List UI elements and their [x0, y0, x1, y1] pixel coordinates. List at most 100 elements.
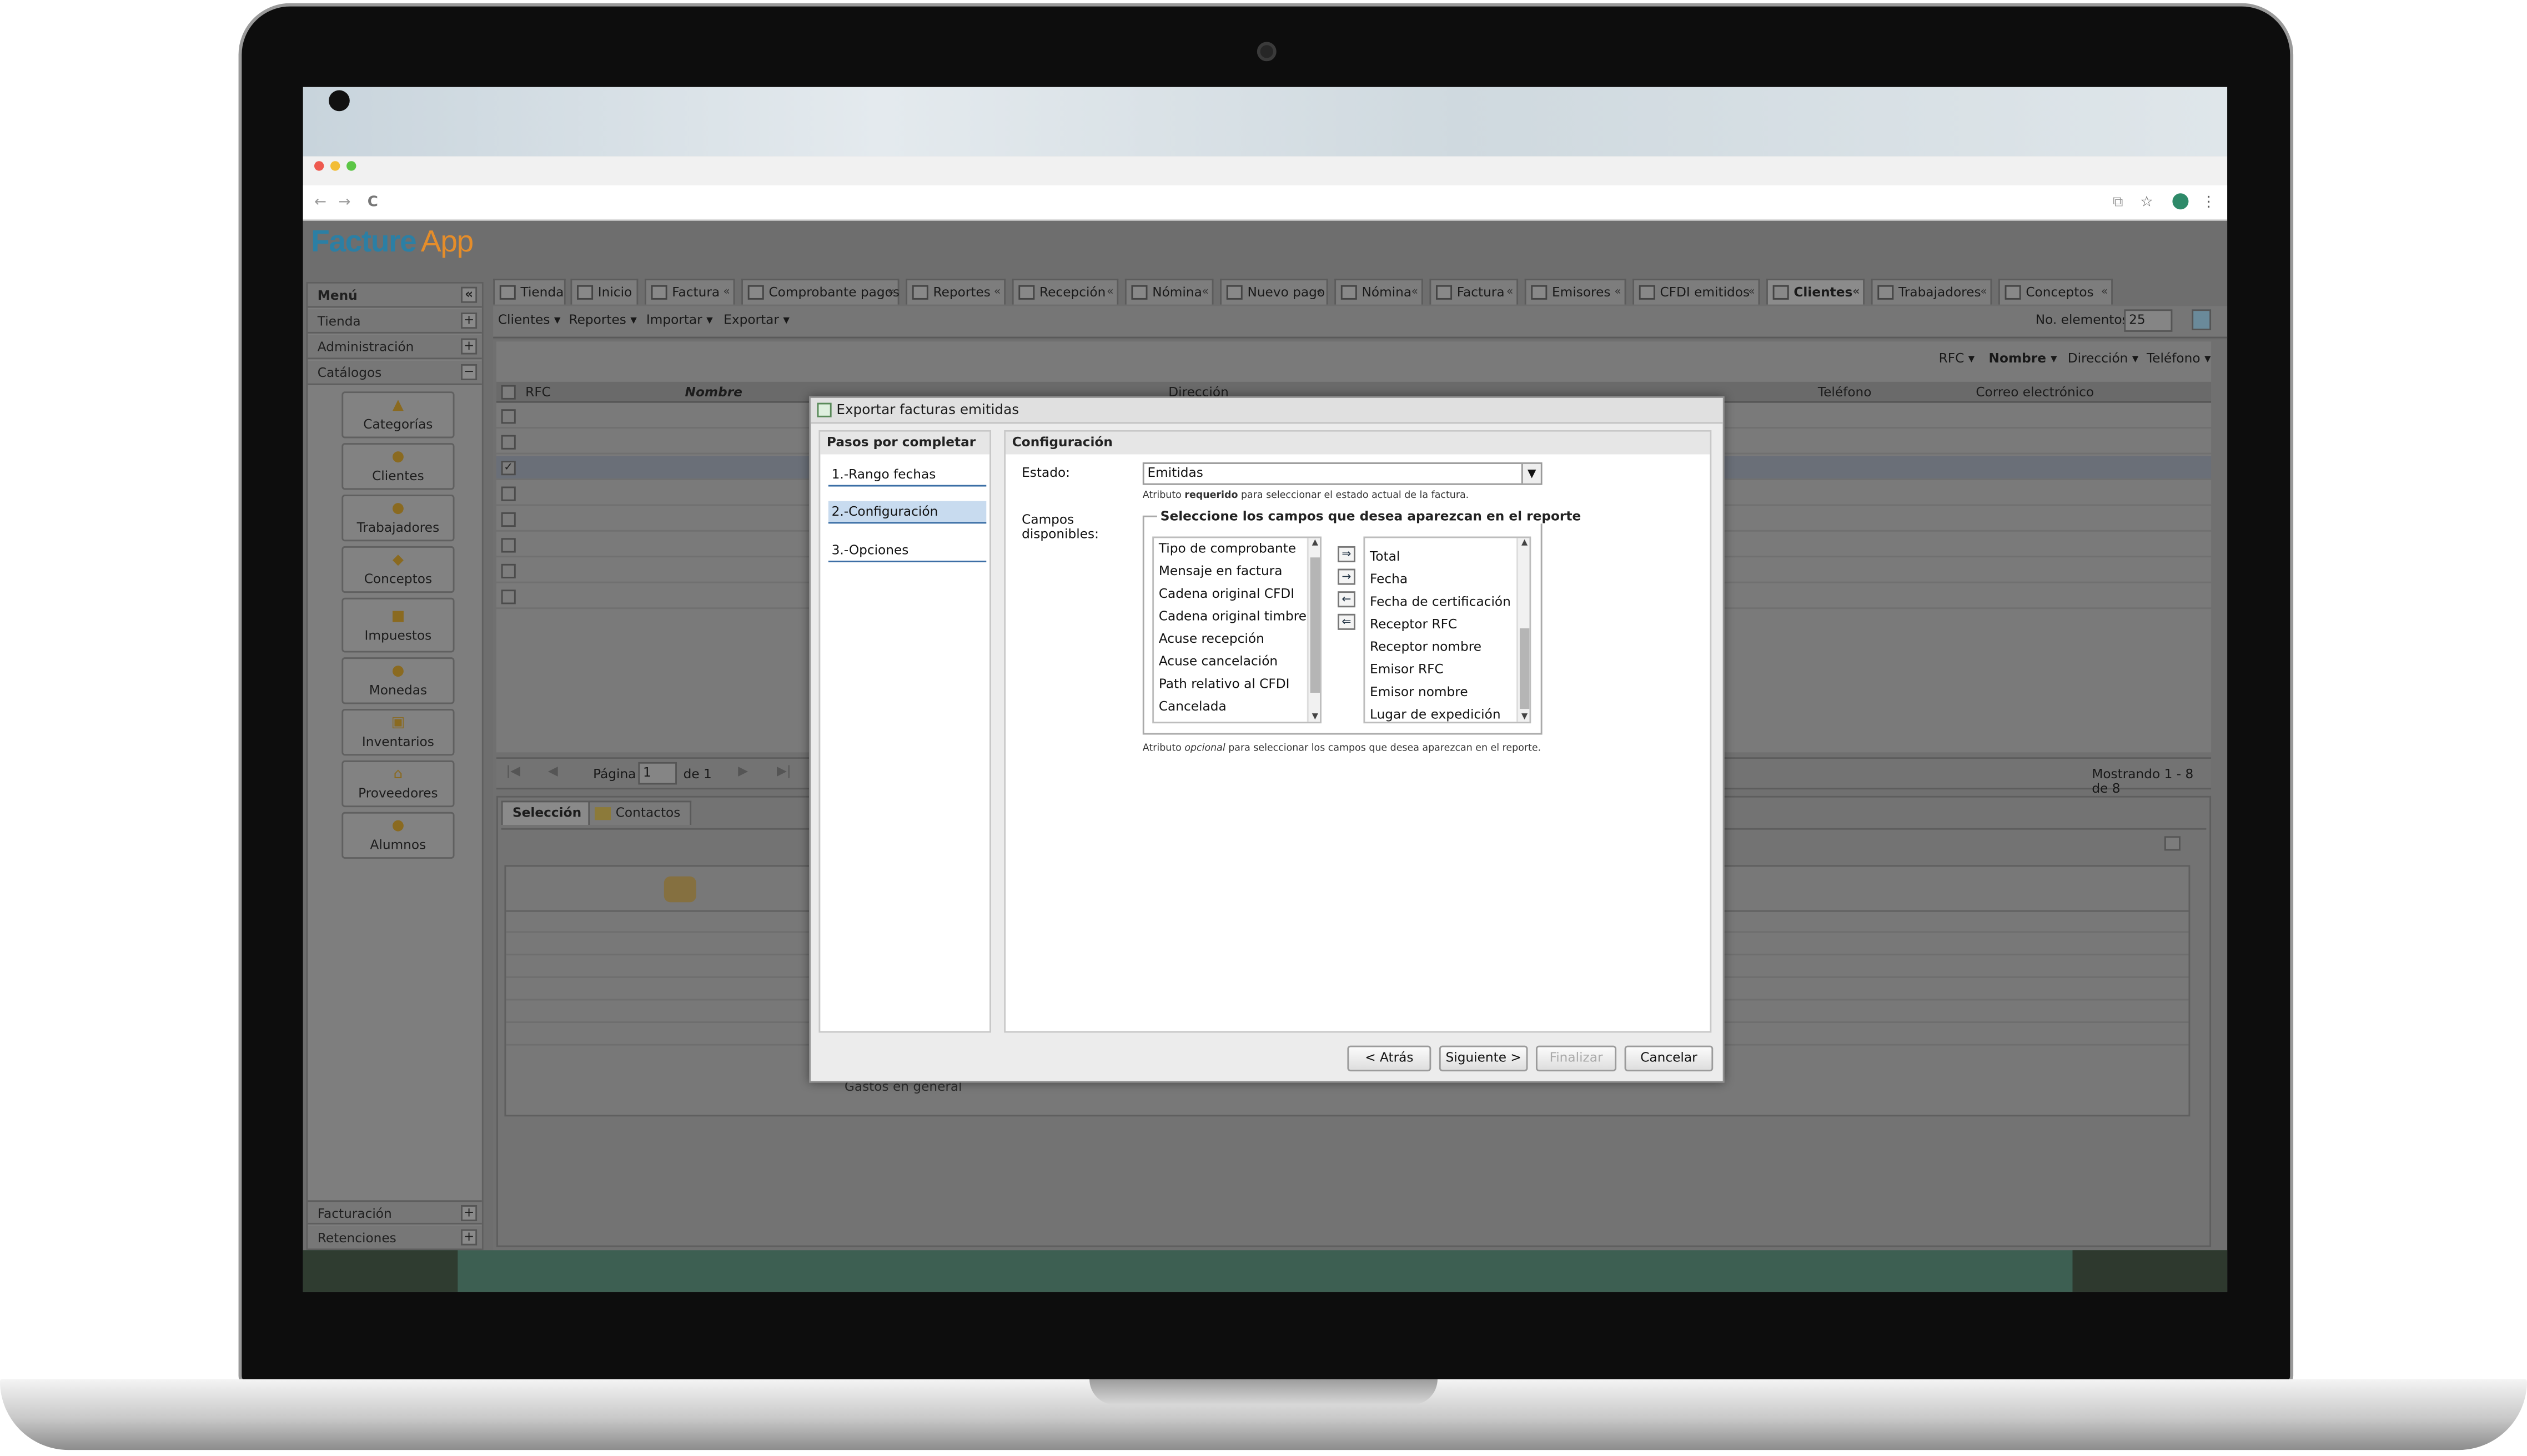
tab-close-icon[interactable]: «: [1411, 280, 1418, 305]
tab-factura-2[interactable]: Factura «: [1429, 279, 1519, 305]
back-icon[interactable]: ←: [314, 185, 326, 221]
clientes-menu[interactable]: Clientes ▾: [498, 313, 561, 327]
list-item[interactable]: Emisor nombre: [1370, 685, 1468, 699]
list-item[interactable]: Fecha: [1370, 572, 1408, 586]
selected-scrollbar[interactable]: ▲ ▼: [1516, 538, 1530, 722]
expand-icon[interactable]: +: [461, 338, 478, 355]
sort-rfc[interactable]: RFC ▾: [1939, 351, 1975, 366]
exportar-menu[interactable]: Exportar ▾: [724, 313, 790, 327]
column-correo[interactable]: Correo electrónico: [1976, 382, 2094, 403]
column-rfc[interactable]: RFC: [525, 382, 551, 403]
sidebar-section-catalogos[interactable]: Catálogos −: [308, 361, 482, 385]
sort-direccion[interactable]: Dirección ▾: [2068, 351, 2139, 366]
sort-telefono[interactable]: Teléfono ▾: [2147, 351, 2211, 366]
tab-emisores[interactable]: Emisores «: [1524, 279, 1626, 305]
sort-nombre[interactable]: Nombre ▾: [1989, 351, 2057, 366]
move-all-left-button[interactable]: ⇐: [1337, 613, 1355, 630]
expand-icon[interactable]: +: [461, 1229, 478, 1246]
catalog-inventarios-button[interactable]: ▣ Inventarios: [341, 709, 455, 756]
first-page-icon[interactable]: |◀: [506, 764, 520, 778]
row-checkbox-checked[interactable]: ✓: [501, 461, 516, 476]
catalog-alumnos-button[interactable]: ● Alumnos: [341, 812, 455, 859]
tab-trabajadores[interactable]: Trabajadores «: [1871, 279, 1992, 305]
row-checkbox[interactable]: [501, 409, 516, 424]
expand-icon[interactable]: +: [461, 313, 478, 329]
collapse-icon[interactable]: «: [461, 286, 478, 303]
list-item[interactable]: Path relativo al CFDI: [1159, 677, 1290, 691]
tab-cfdi-emitidos[interactable]: CFDI emitidos «: [1632, 279, 1760, 305]
collapse-section-icon[interactable]: −: [461, 364, 478, 380]
scroll-down-icon[interactable]: ▼: [1309, 712, 1320, 722]
tab-close-icon[interactable]: «: [1316, 280, 1323, 305]
list-item[interactable]: Emisor RFC: [1370, 662, 1444, 677]
sidebar-section-retenciones[interactable]: Retenciones +: [308, 1226, 482, 1251]
next-page-icon[interactable]: ▶: [738, 764, 748, 778]
list-item[interactable]: Lugar de expedición: [1370, 707, 1501, 722]
close-window-icon[interactable]: [314, 161, 324, 171]
tab-close-icon[interactable]: «: [1506, 280, 1513, 305]
step-configuracion[interactable]: 2.-Configuración: [828, 501, 987, 524]
tab-close-icon[interactable]: «: [994, 280, 1001, 305]
available-scrollbar[interactable]: ▲ ▼: [1307, 538, 1320, 722]
tab-close-icon[interactable]: «: [1852, 280, 1860, 305]
catalog-categorias-button[interactable]: ▲ Categorías: [341, 391, 455, 439]
scroll-thumb[interactable]: [1310, 557, 1320, 693]
tab-conceptos[interactable]: Conceptos «: [1998, 279, 2113, 305]
tab-close-icon[interactable]: «: [1748, 280, 1755, 305]
select-all-checkbox[interactable]: [501, 385, 516, 400]
tab-nomina[interactable]: Nómina «: [1124, 279, 1214, 305]
catalog-clientes-button[interactable]: ● Clientes: [341, 443, 455, 490]
column-telefono[interactable]: Teléfono: [1818, 382, 1872, 403]
profile-avatar[interactable]: [2172, 193, 2189, 210]
sidebar-section-tienda[interactable]: Tienda +: [308, 309, 482, 334]
scroll-down-icon[interactable]: ▼: [1518, 712, 1529, 722]
list-item[interactable]: Cadena original CFDI: [1159, 586, 1294, 601]
page-size-select[interactable]: 25: [2124, 309, 2173, 332]
finish-button[interactable]: Finalizar: [1535, 1045, 1617, 1072]
list-item[interactable]: Fecha de certificación: [1370, 595, 1511, 609]
tab-clientes[interactable]: Clientes «: [1766, 279, 1865, 305]
tab-close-icon[interactable]: «: [1614, 280, 1621, 305]
row-checkbox[interactable]: [501, 563, 516, 578]
browser-menu-icon[interactable]: ⋮: [2202, 185, 2216, 221]
forward-icon[interactable]: →: [339, 185, 351, 221]
list-item[interactable]: Tipo de comprobante: [1159, 541, 1296, 556]
catalog-monedas-button[interactable]: ● Monedas: [341, 657, 455, 704]
tab-reportes[interactable]: Reportes «: [906, 279, 1006, 305]
expand-icon[interactable]: +: [461, 1205, 478, 1222]
scroll-up-icon[interactable]: ▲: [1518, 538, 1529, 547]
catalog-conceptos-button[interactable]: ◆ Conceptos: [341, 546, 455, 593]
cancel-button[interactable]: Cancelar: [1624, 1045, 1714, 1072]
next-button[interactable]: Siguiente >: [1439, 1045, 1528, 1072]
sidebar-section-facturacion[interactable]: Facturación +: [308, 1200, 482, 1225]
tab-contactos[interactable]: Contactos: [588, 800, 692, 825]
sidebar-section-administracion[interactable]: Administración +: [308, 335, 482, 360]
back-button[interactable]: < Atrás: [1347, 1045, 1431, 1072]
move-left-button[interactable]: ←: [1337, 591, 1355, 608]
scroll-up-icon[interactable]: ▲: [1309, 538, 1320, 547]
tab-inicio[interactable]: Inicio: [570, 279, 639, 305]
translate-icon[interactable]: ⧉: [2113, 185, 2123, 221]
row-checkbox[interactable]: [501, 512, 516, 527]
print-icon[interactable]: [2164, 836, 2181, 851]
row-checkbox[interactable]: [501, 435, 516, 450]
tab-close-icon[interactable]: «: [1980, 280, 1987, 305]
page-input[interactable]: 1: [638, 762, 677, 785]
tab-comprobante-pagos[interactable]: Comprobante pagos «: [741, 279, 900, 305]
last-page-icon[interactable]: ▶|: [777, 764, 791, 778]
list-item[interactable]: Mensaje en factura: [1159, 564, 1283, 578]
chevron-down-icon[interactable]: ▼: [1521, 463, 1541, 483]
minimize-window-icon[interactable]: [330, 161, 340, 171]
tab-nomina-2[interactable]: Nómina «: [1334, 279, 1423, 305]
catalog-proveedores-button[interactable]: ⌂ Proveedores: [341, 760, 455, 808]
reload-icon[interactable]: C: [368, 185, 378, 221]
tab-close-icon[interactable]: «: [1107, 280, 1113, 305]
step-rango-fechas[interactable]: 1.-Rango fechas: [828, 464, 987, 487]
reportes-menu[interactable]: Reportes ▾: [569, 313, 637, 327]
tab-tienda[interactable]: Tienda: [493, 279, 566, 305]
maximize-window-icon[interactable]: [346, 161, 356, 171]
list-item[interactable]: Acuse recepción: [1159, 632, 1264, 646]
filter-icon[interactable]: [2192, 309, 2212, 330]
tab-recepcion[interactable]: Recepción «: [1012, 279, 1119, 305]
row-checkbox[interactable]: [501, 486, 516, 501]
